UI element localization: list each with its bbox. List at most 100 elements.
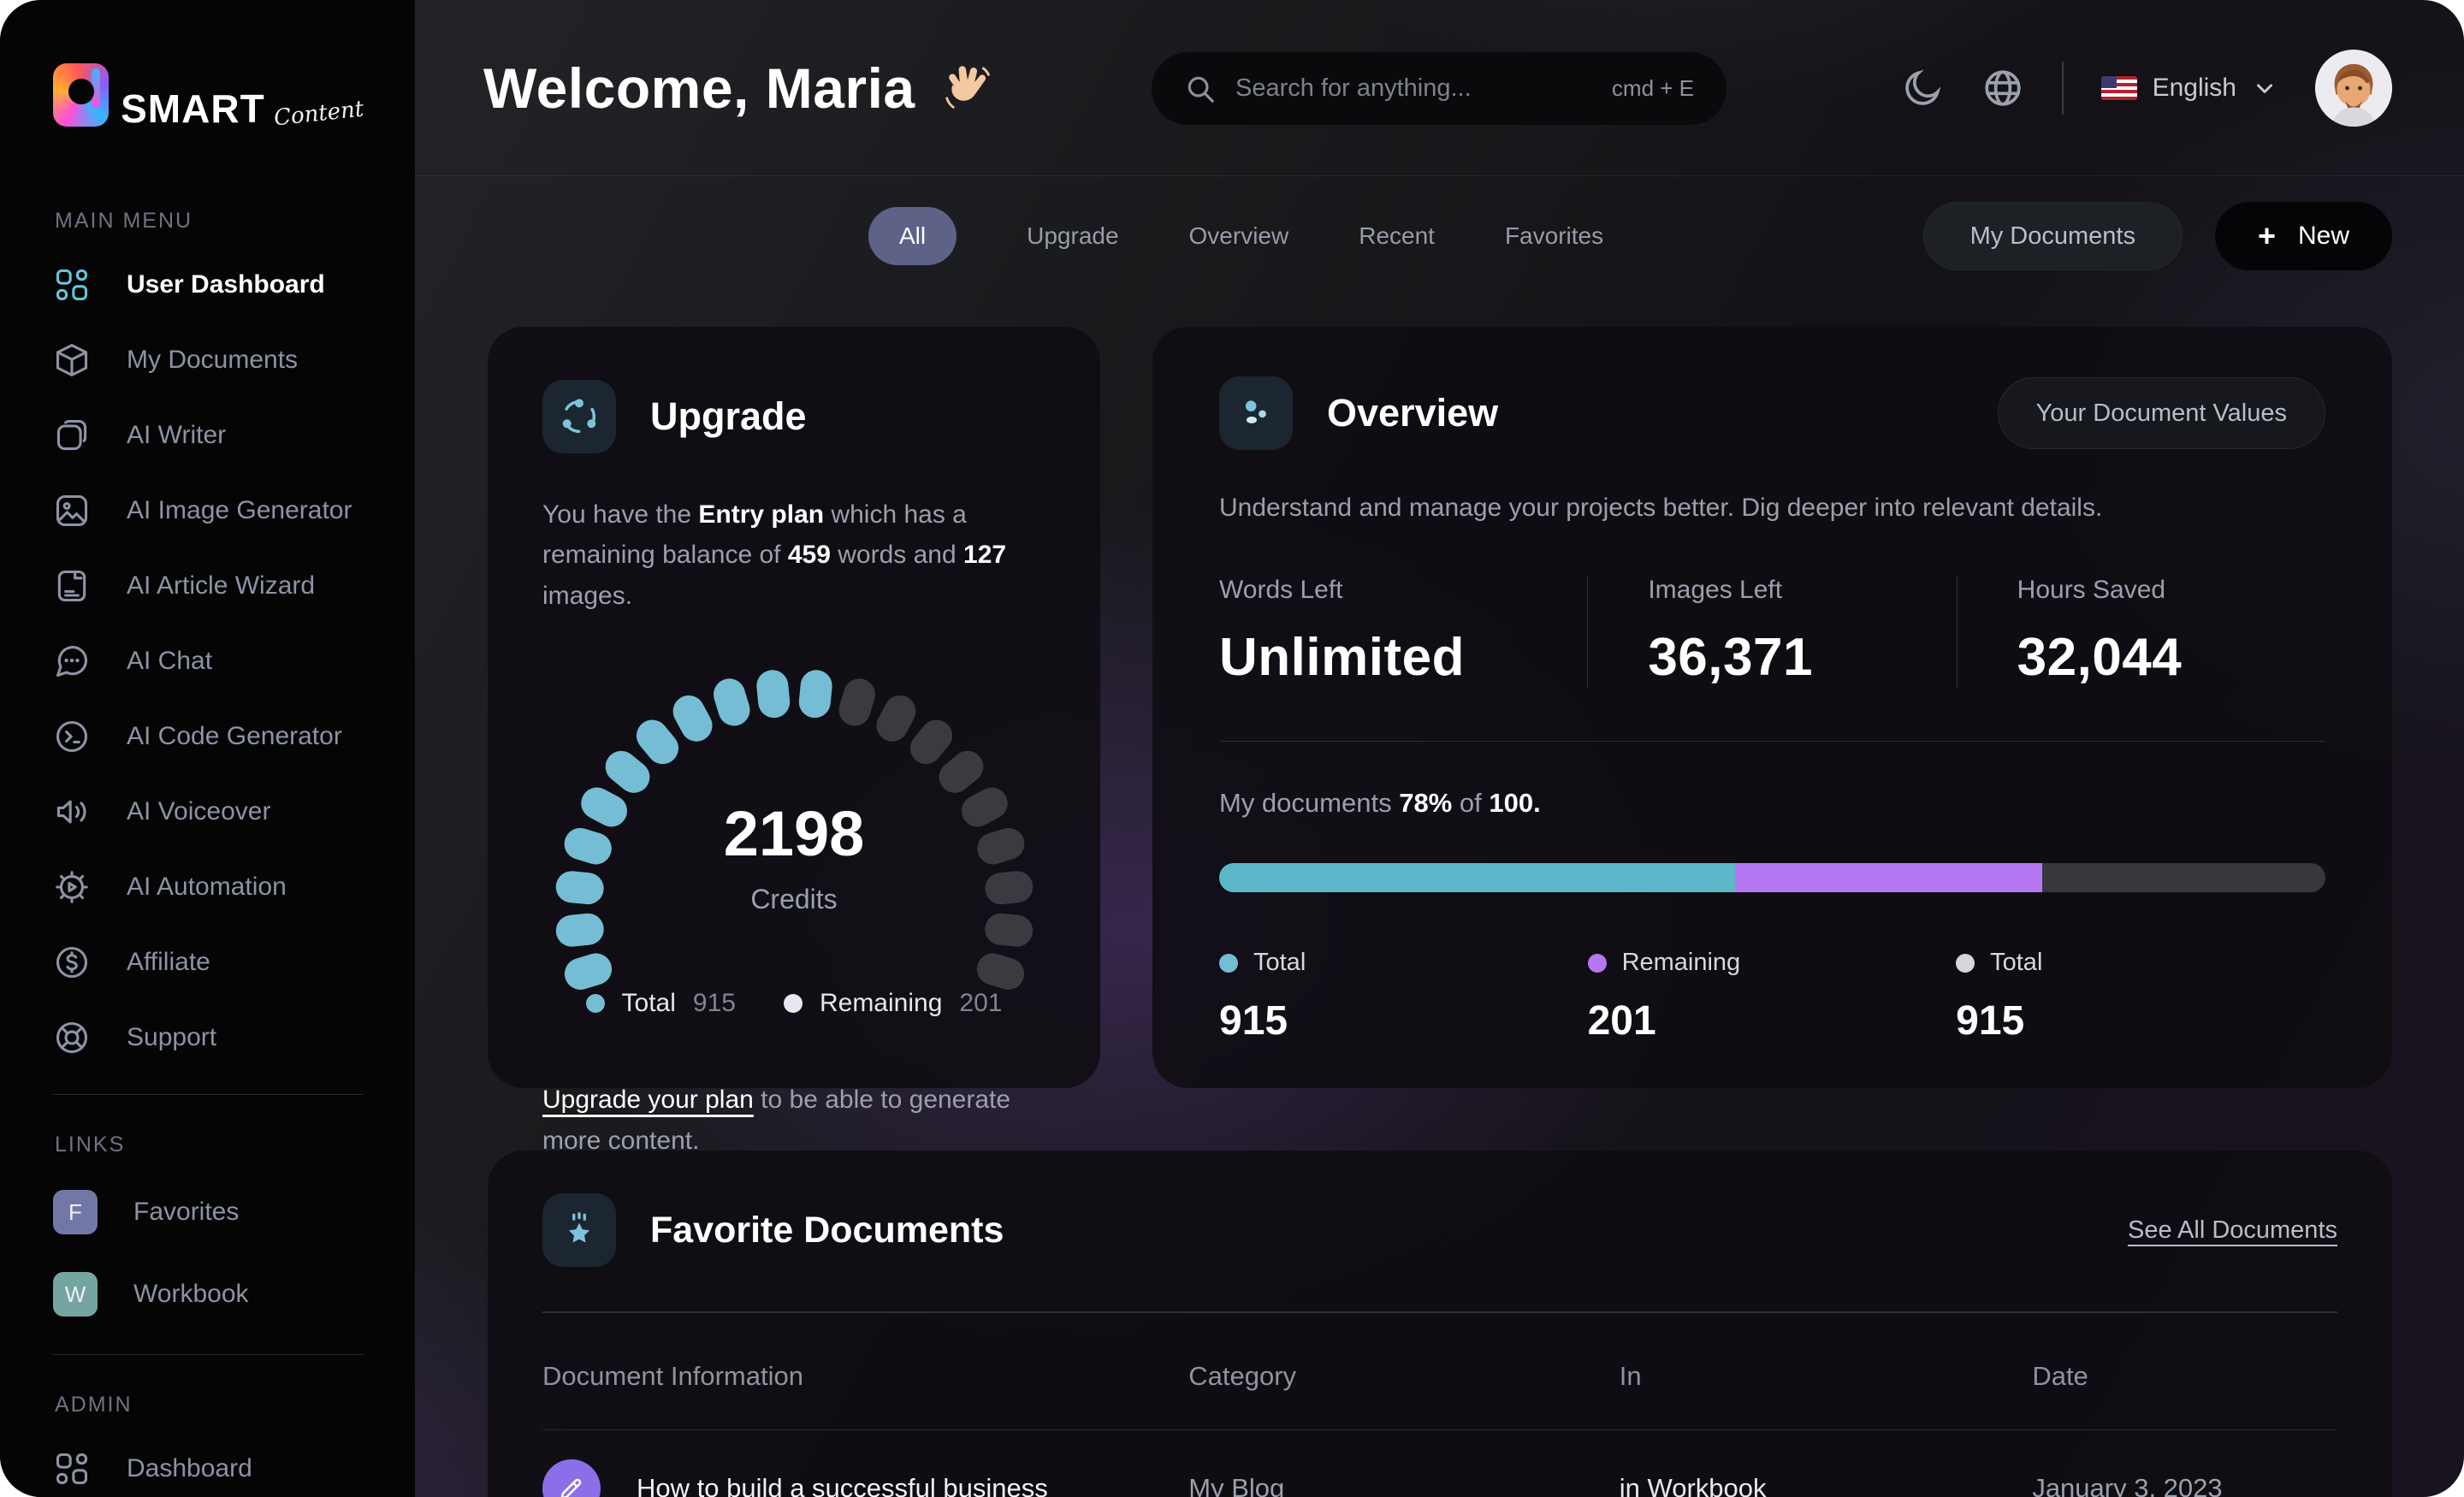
language-selector[interactable]: English xyxy=(2100,74,2277,103)
sidebar-divider xyxy=(53,1094,364,1095)
upgrade-title: Upgrade xyxy=(650,394,807,438)
document-values-button[interactable]: Your Document Values xyxy=(1997,377,2325,449)
overview-legend-dot xyxy=(1587,953,1607,973)
moon-icon xyxy=(1904,69,1941,105)
sidebar-item-label: AI Writer xyxy=(127,421,227,449)
sidebar-item-affiliate[interactable]: Affiliate xyxy=(53,944,364,981)
tab-favorites[interactable]: Favorites xyxy=(1505,222,1603,250)
document-date: January 3, 2023 xyxy=(2032,1473,2223,1497)
sidebar-item-label: AI Automation xyxy=(127,873,287,901)
sidebar-item-ai-code-generator[interactable]: AI Code Generator xyxy=(53,718,364,755)
sidebar-item-label: Dashboard xyxy=(127,1454,252,1482)
tab-upgrade[interactable]: Upgrade xyxy=(1027,222,1118,250)
remaining-legend-dot xyxy=(783,994,803,1014)
new-button[interactable]: + New xyxy=(2214,202,2392,270)
sidebar-item-user-dashboard[interactable]: User Dashboard xyxy=(53,266,364,304)
user-avatar[interactable] xyxy=(2315,50,2392,127)
upgrade-legend: Total 915 Remaining 201 xyxy=(542,989,1045,1018)
overview-legend-dot xyxy=(1956,953,1975,973)
legend-label: Remaining xyxy=(819,989,943,1018)
my-documents-progress-label: My documents 78% of 100. xyxy=(1219,788,1541,819)
language-label: English xyxy=(2152,74,2236,102)
document-pen-icon xyxy=(542,1459,601,1497)
upgrade-card: Upgrade You have the Entry plan which ha… xyxy=(488,327,1100,1155)
legend-value: 201 xyxy=(959,989,1003,1018)
sidebar-item-my-documents[interactable]: My Documents xyxy=(53,341,364,379)
document-location: in Workbook xyxy=(1619,1473,1767,1497)
tab-all[interactable]: All xyxy=(868,207,957,265)
overview-stats: Words Left Unlimited Images Left 36,371 … xyxy=(1219,576,2325,689)
overview-description: Understand and manage your projects bett… xyxy=(1219,494,2103,522)
stat-label: Hours Saved xyxy=(2017,576,2166,605)
sidebar-divider xyxy=(53,1354,364,1355)
filter-tabs-row: All Upgrade Overview Recent Favorites My… xyxy=(415,176,2464,296)
star-icon xyxy=(568,1212,590,1243)
life-ring-icon xyxy=(56,1021,88,1054)
gear-play-icon xyxy=(56,871,88,903)
search-bar[interactable]: cmd + E xyxy=(1152,52,1727,125)
us-flag-icon xyxy=(2100,76,2137,100)
header-divider xyxy=(2061,62,2064,115)
legend-value: 915 xyxy=(1219,998,1288,1044)
pages-icon xyxy=(56,419,87,451)
legend-value: 915 xyxy=(1956,998,2025,1044)
sidebar-item-admin-dashboard[interactable]: Dashboard xyxy=(53,1450,364,1488)
tab-overview[interactable]: Overview xyxy=(1189,222,1289,250)
upgrade-plan-link[interactable]: Upgrade your plan xyxy=(542,1086,754,1114)
column-date: Date xyxy=(2032,1361,2088,1391)
overview-title: Overview xyxy=(1327,391,1499,435)
stat-label: Words Left xyxy=(1219,576,1343,605)
credits-gauge: 2198 Credits xyxy=(554,667,1034,994)
column-in: In xyxy=(1619,1361,1642,1391)
sidebar-item-favorites[interactable]: F Favorites xyxy=(53,1190,364,1234)
total-legend-dot xyxy=(585,994,605,1014)
sidebar-item-ai-voiceover[interactable]: AI Voiceover xyxy=(53,793,364,831)
legend-label: Remaining xyxy=(1621,949,1741,977)
avatar-face-icon xyxy=(2315,50,2392,127)
sidebar-item-ai-writer[interactable]: AI Writer xyxy=(53,417,364,454)
main-menu-label: MAIN MENU xyxy=(55,209,193,233)
sidebar-item-label: AI Code Generator xyxy=(127,722,342,750)
sidebar-item-label: AI Chat xyxy=(127,647,213,675)
stat-label: Images Left xyxy=(1648,576,1783,605)
app-logo[interactable]: SMART Content xyxy=(53,63,364,131)
credits-unit: Credits xyxy=(750,884,838,915)
my-documents-button[interactable]: My Documents xyxy=(1922,202,2183,270)
table-row[interactable]: How to build a successful business My Bl… xyxy=(542,1430,2337,1497)
upgrade-description: You have the Entry plan which has a rema… xyxy=(542,500,1007,610)
sidebar-item-ai-article-wizard[interactable]: AI Article Wizard xyxy=(53,567,364,605)
legend-label: Total xyxy=(1253,949,1306,977)
admin-label: ADMIN xyxy=(55,1393,133,1417)
globe-button[interactable] xyxy=(1981,67,2024,109)
dollar-icon xyxy=(56,946,88,979)
legend-value: 915 xyxy=(692,989,736,1018)
sidebar-item-support[interactable]: Support xyxy=(53,1019,364,1056)
plus-icon: + xyxy=(2257,218,2276,253)
sidebar: SMART Content MAIN MENU User Dashboard M… xyxy=(0,0,415,1497)
dark-mode-toggle[interactable] xyxy=(1901,67,1944,109)
tab-recent[interactable]: Recent xyxy=(1359,222,1435,250)
sidebar-item-ai-image-generator[interactable]: AI Image Generator xyxy=(53,492,364,530)
sidebar-item-label: AI Image Generator xyxy=(127,496,352,524)
stat-value: 32,044 xyxy=(2017,628,2183,688)
sidebar-item-label: User Dashboard xyxy=(127,270,325,299)
sidebar-item-ai-automation[interactable]: AI Automation xyxy=(53,868,364,906)
sidebar-item-label: Favorites xyxy=(133,1198,240,1226)
sidebar-item-ai-chat[interactable]: AI Chat xyxy=(53,642,364,680)
page-title: Welcome, Maria xyxy=(483,56,915,120)
overview-divider xyxy=(1219,741,2325,743)
stat-value: Unlimited xyxy=(1219,628,1465,688)
document-title: How to build a successful business xyxy=(637,1473,1048,1497)
sidebar-item-workbook[interactable]: W Workbook xyxy=(53,1272,364,1317)
favorite-documents-title: Favorite Documents xyxy=(650,1209,1004,1251)
workbook-badge: W xyxy=(53,1272,98,1317)
cube-icon xyxy=(56,344,88,376)
globe-icon xyxy=(1984,70,2021,106)
legend-label: Total xyxy=(621,989,676,1018)
search-input[interactable] xyxy=(1235,74,1593,103)
column-category: Category xyxy=(1188,1361,1297,1391)
sidebar-item-label: Affiliate xyxy=(127,948,210,976)
overview-legend: Total 915 Remaining 201 Total 915 xyxy=(1219,949,2325,1044)
links-label: LINKS xyxy=(55,1133,126,1157)
see-all-documents-link[interactable]: See All Documents xyxy=(2128,1216,2337,1245)
